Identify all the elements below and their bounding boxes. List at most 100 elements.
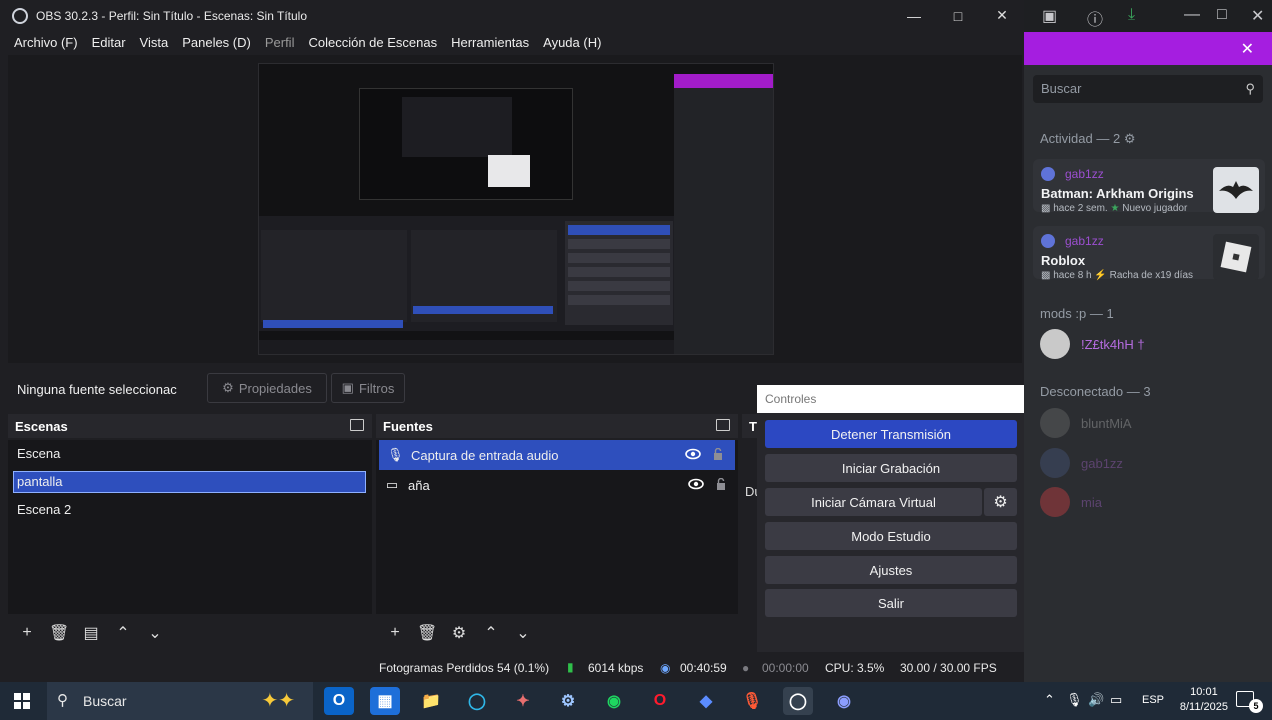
filter-icon: ▣ [341,380,354,395]
taskbar-search-box[interactable]: ⚲ Buscar ✦✦ [47,682,313,720]
sources-title: Fuentes [383,418,433,434]
delete-source-icon[interactable]: 🗑 [417,623,437,643]
discord-search-input[interactable]: Buscar ⚲ [1033,75,1263,103]
exit-button[interactable]: Salir [765,589,1017,617]
undock-icon[interactable] [716,419,730,431]
menu-archivo[interactable]: Archivo (F) [14,35,78,50]
game-thumbnail [1213,167,1259,213]
spotify-icon[interactable]: ◉ [599,687,629,715]
close-icon[interactable]: ✕ [980,0,1024,31]
lock-icon[interactable] [716,478,726,491]
add-scene-icon[interactable]: + [17,624,37,642]
preview-discord-thumbnail [674,74,773,354]
chevron-up-icon[interactable]: ⌃ [1044,692,1055,708]
discord-taskbar-icon[interactable]: ◉ [829,687,859,715]
dropped-frames: Fotogramas Perdidos 54 (0.1%) [379,661,550,675]
discord-banner: ✕ [1024,32,1272,65]
virtual-camera-settings-icon[interactable]: ⚙ [984,488,1017,516]
move-up-icon[interactable]: ⌃ [481,623,501,643]
stream-preview[interactable] [258,63,774,355]
visibility-eye-icon[interactable] [685,448,701,460]
signal-bars-icon: ▮ [567,660,574,674]
maximize-icon[interactable]: □ [936,0,980,31]
menu-herramientas[interactable]: Herramientas [451,35,529,50]
activity-card[interactable]: gab1zz Batman: Arkham Origins ▩ hace 2 s… [1033,159,1265,214]
scene-item[interactable]: Escena [8,440,372,468]
windows-start-icon[interactable] [14,693,30,709]
studio-mode-button[interactable]: Modo Estudio [765,522,1017,550]
lock-icon[interactable] [713,448,723,461]
status-bar: Fotogramas Perdidos 54 (0.1%) ▮ 6014 kbp… [0,654,1024,682]
member-item[interactable]: bluntMiA [1040,408,1260,440]
steam-icon[interactable]: ⚙ [553,687,583,715]
move-up-icon[interactable]: ⌃ [113,623,133,643]
store-icon[interactable]: ▦ [370,687,400,715]
source-settings-icon[interactable]: ⚙ [449,623,469,643]
scenes-list: Escena pantalla Escena 2 [8,440,372,614]
roblox-studio-icon[interactable]: ✦ [508,687,538,715]
scene-item[interactable]: Escena 2 [8,496,372,524]
microphone-icon[interactable]: 🎙 [1066,692,1083,708]
file-explorer-icon[interactable]: 📁 [416,687,446,715]
network-icon[interactable]: ▭ [1110,692,1122,708]
minimize-icon[interactable]: — [1184,6,1200,24]
vpn-icon[interactable]: ◆ [691,687,721,715]
minimize-icon[interactable]: — [892,0,936,31]
avatar [1040,329,1070,359]
source-item-display[interactable]: ▭ aña [376,470,738,500]
menu-ayuda[interactable]: Ayuda (H) [543,35,601,50]
member-item[interactable]: mia [1040,487,1260,519]
outlook-icon[interactable]: O [324,687,354,715]
menu-paneles[interactable]: Paneles (D) [182,35,251,50]
member-item[interactable]: gab1zz [1040,448,1260,480]
settings-button[interactable]: Ajustes [765,556,1017,584]
edge-icon[interactable]: ◯ [462,687,492,715]
avatar [1041,234,1055,248]
scenes-title: Escenas [15,418,68,434]
stop-streaming-button[interactable]: Detener Transmisión [765,420,1017,448]
delete-scene-icon[interactable]: 🗑 [49,623,69,643]
language-indicator[interactable]: ESP [1142,694,1164,706]
maximize-icon[interactable]: □ [1217,6,1227,24]
menu-editar[interactable]: Editar [92,35,126,50]
volume-icon[interactable]: 🔊 [1088,692,1104,708]
obs-taskbar-icon[interactable]: ◯ [783,687,813,715]
opera-icon[interactable]: O [645,687,675,715]
undock-icon[interactable] [350,419,364,431]
notifications-icon[interactable]: 5 [1236,691,1263,713]
visibility-eye-icon[interactable] [688,478,704,490]
properties-button[interactable]: ⚙ Propiedades [207,373,327,403]
start-recording-button[interactable]: Iniciar Grabación [765,454,1017,482]
filters-button[interactable]: ▣ Filtros [331,373,405,403]
preview-docks-thumbnail [259,216,674,331]
member-item[interactable]: !Z£tk4hH † [1040,329,1260,361]
inbox-icon[interactable]: ▣ [1042,6,1057,26]
close-banner-icon[interactable]: ✕ [1241,39,1254,59]
scene-item-selected[interactable]: pantalla [13,471,366,493]
gear-icon[interactable]: ⚙ [1124,131,1136,146]
source-item-audio[interactable]: 🎙 Captura de entrada audio [379,440,735,470]
menu-perfil[interactable]: Perfil [265,35,295,50]
add-source-icon[interactable]: + [385,624,405,642]
notification-count: 5 [1249,699,1263,713]
menu-coleccion-escenas[interactable]: Colección de Escenas [308,35,437,50]
bitrate: 6014 kbps [588,661,644,675]
menu-vista[interactable]: Vista [140,35,169,50]
copilot-sparkle-icon: ✦✦ [261,690,295,712]
record-time: 00:00:00 [762,661,809,675]
no-source-label: Ninguna fuente seleccionac [17,382,177,397]
start-virtual-camera-button[interactable]: Iniciar Cámara Virtual [765,488,982,516]
scene-filters-icon[interactable]: ▤ [81,623,101,643]
download-icon[interactable]: ⤓ [1128,6,1135,24]
move-down-icon[interactable]: ⌄ [513,623,533,643]
gamepad-icon: ▩ [1041,203,1054,214]
move-down-icon[interactable]: ⌄ [145,623,165,643]
close-icon[interactable]: ✕ [1251,6,1264,26]
activity-card[interactable]: gab1zz Roblox ▩ hace 8 h ⚡ Racha de x19 … [1033,226,1265,281]
microphone-app-icon[interactable]: 🎙 [737,687,767,715]
clock[interactable]: 10:01 8/11/2025 [1180,685,1228,715]
sources-footer: + 🗑 ⚙ ⌃ ⌄ [376,616,738,650]
preview-nested-capture [359,88,573,200]
help-icon[interactable]: ⓘ [1087,6,1103,30]
record-icon: ● [742,661,750,675]
